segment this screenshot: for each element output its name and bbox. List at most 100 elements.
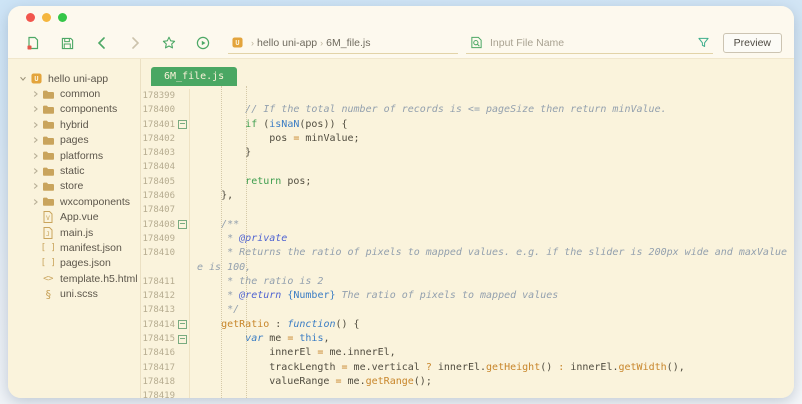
tree-item-app-vue[interactable]: VApp.vue: [8, 210, 140, 225]
code-text: pos = minValue;: [189, 132, 794, 146]
tree-item-hello-uni-app[interactable]: Uhello uni-app: [8, 71, 140, 86]
chevron-right-icon[interactable]: [30, 121, 40, 129]
breadcrumb[interactable]: U ›hello uni-app›6M_file.js: [228, 33, 458, 54]
code-text: valueRange = me.getRange();: [189, 375, 794, 389]
tree-item-main-js[interactable]: Jmain.js: [8, 225, 140, 240]
tree-item-manifest-json[interactable]: [ ]manifest.json: [8, 240, 140, 255]
code-line[interactable]: 178405 return pos;: [141, 175, 794, 189]
back-icon[interactable]: [88, 33, 114, 53]
tree-item-pages-json[interactable]: [ ]pages.json: [8, 256, 140, 271]
tree-item-label: common: [56, 88, 100, 100]
tree-item-pages[interactable]: pages: [8, 133, 140, 148]
save-icon[interactable]: [54, 33, 80, 53]
close-button[interactable]: [26, 13, 35, 22]
tree-item-uni-scss[interactable]: §uni.scss: [8, 286, 140, 301]
code-line[interactable]: 178410 * Returns the ratio of pixels to …: [141, 246, 794, 260]
tab-6m-file[interactable]: 6M_file.js: [151, 67, 237, 86]
code-text: /**: [189, 218, 794, 232]
breadcrumb-item[interactable]: hello uni-app: [257, 37, 317, 49]
search-input[interactable]: [488, 36, 693, 50]
scss-file-icon: §: [40, 288, 56, 301]
code-line[interactable]: 178411 * the ratio is 2: [141, 275, 794, 289]
chevron-right-icon[interactable]: [30, 167, 40, 175]
code-line[interactable]: 178419: [141, 389, 794, 398]
js-file-icon: J: [40, 227, 56, 239]
preview-button[interactable]: Preview: [723, 33, 782, 53]
new-file-icon[interactable]: [20, 33, 46, 53]
code-line[interactable]: 178416 innerEl = me.innerEl,: [141, 346, 794, 360]
code-line[interactable]: 178401 if (isNaN(pos)) {: [141, 118, 794, 132]
file-search-icon: [470, 36, 483, 49]
code-line[interactable]: 178408 /**: [141, 218, 794, 232]
code-area[interactable]: 178399178400 // If the total number of r…: [141, 86, 794, 398]
line-number: 178401: [141, 118, 175, 132]
fold-gutter: [175, 189, 189, 203]
fold-gutter: [175, 246, 189, 260]
code-line[interactable]: 178400 // If the total number of records…: [141, 103, 794, 117]
json-file-icon: [ ]: [40, 258, 56, 268]
tree-item-store[interactable]: store: [8, 179, 140, 194]
folder-icon: [40, 196, 56, 207]
breadcrumb-item[interactable]: 6M_file.js: [326, 37, 370, 49]
chevron-right-icon[interactable]: [30, 90, 40, 98]
tree-item-common[interactable]: common: [8, 86, 140, 101]
fold-gutter: [175, 175, 189, 189]
code-line[interactable]: 178418 valueRange = me.getRange();: [141, 375, 794, 389]
code-line[interactable]: e is 100,: [141, 261, 794, 275]
tree-item-label: hello uni-app: [44, 73, 108, 85]
code-line[interactable]: 178417 trackLength = me.vertical ? inner…: [141, 361, 794, 375]
fold-collapse-icon[interactable]: [175, 318, 189, 332]
tree-item-label: pages.json: [56, 257, 111, 269]
folder-icon: [40, 104, 56, 115]
file-tree: Uhello uni-appcommoncomponentshybridpage…: [8, 59, 141, 398]
filter-funnel-icon[interactable]: [698, 37, 709, 48]
code-line[interactable]: 178403 }: [141, 146, 794, 160]
editor-pane: 6M_file.js 178399178400 // If the total …: [141, 59, 794, 398]
chevron-right-icon[interactable]: [30, 182, 40, 190]
fold-collapse-icon[interactable]: [175, 218, 189, 232]
tree-item-label: components: [56, 103, 117, 115]
star-icon[interactable]: [156, 33, 182, 53]
tree-item-platforms[interactable]: platforms: [8, 148, 140, 163]
tree-item-wxcomponents[interactable]: wxcomponents: [8, 194, 140, 209]
minimize-button[interactable]: [42, 13, 51, 22]
tree-item-hybrid[interactable]: hybrid: [8, 117, 140, 132]
code-line[interactable]: 178415 var me = this,: [141, 332, 794, 346]
code-line[interactable]: 178412 * @return {Number} The ratio of p…: [141, 289, 794, 303]
forward-icon[interactable]: [122, 33, 148, 53]
chevron-right-icon[interactable]: [30, 198, 40, 206]
chevron-right-icon[interactable]: [30, 152, 40, 160]
code-text: return pos;: [189, 175, 794, 189]
code-line[interactable]: 178414 getRatio : function() {: [141, 318, 794, 332]
traffic-lights: [26, 13, 67, 22]
line-number: 178416: [141, 346, 175, 360]
breadcrumb-separator: ›: [248, 38, 257, 48]
fold-gutter: [175, 232, 189, 246]
code-text: var me = this,: [189, 332, 794, 346]
code-text: },: [189, 189, 794, 203]
code-text: getRatio : function() {: [189, 318, 794, 332]
chevron-right-icon[interactable]: [30, 136, 40, 144]
code-line[interactable]: 178413 */: [141, 303, 794, 317]
fold-gutter: [175, 303, 189, 317]
chevron-down-icon[interactable]: [18, 75, 28, 82]
zoom-button[interactable]: [58, 13, 67, 22]
tree-item-label: manifest.json: [56, 242, 122, 254]
tree-item-components[interactable]: components: [8, 102, 140, 117]
code-line[interactable]: 178406 },: [141, 189, 794, 203]
tree-item-static[interactable]: static: [8, 163, 140, 178]
code-line[interactable]: 178409 * @private: [141, 232, 794, 246]
run-icon[interactable]: [190, 33, 216, 53]
tree-item-label: main.js: [56, 227, 93, 239]
fold-collapse-icon[interactable]: [175, 118, 189, 132]
code-line[interactable]: 178407: [141, 203, 794, 217]
svg-text:J: J: [46, 230, 50, 238]
line-number: 178418: [141, 375, 175, 389]
fold-collapse-icon[interactable]: [175, 332, 189, 346]
code-line[interactable]: 178402 pos = minValue;: [141, 132, 794, 146]
code-line[interactable]: 178399: [141, 89, 794, 103]
tree-item-template-h5-html[interactable]: <>template.h5.html: [8, 271, 140, 286]
code-line[interactable]: 178404: [141, 160, 794, 174]
chevron-right-icon[interactable]: [30, 105, 40, 113]
app-window: U ›hello uni-app›6M_file.js Preview Uhel…: [8, 6, 794, 398]
